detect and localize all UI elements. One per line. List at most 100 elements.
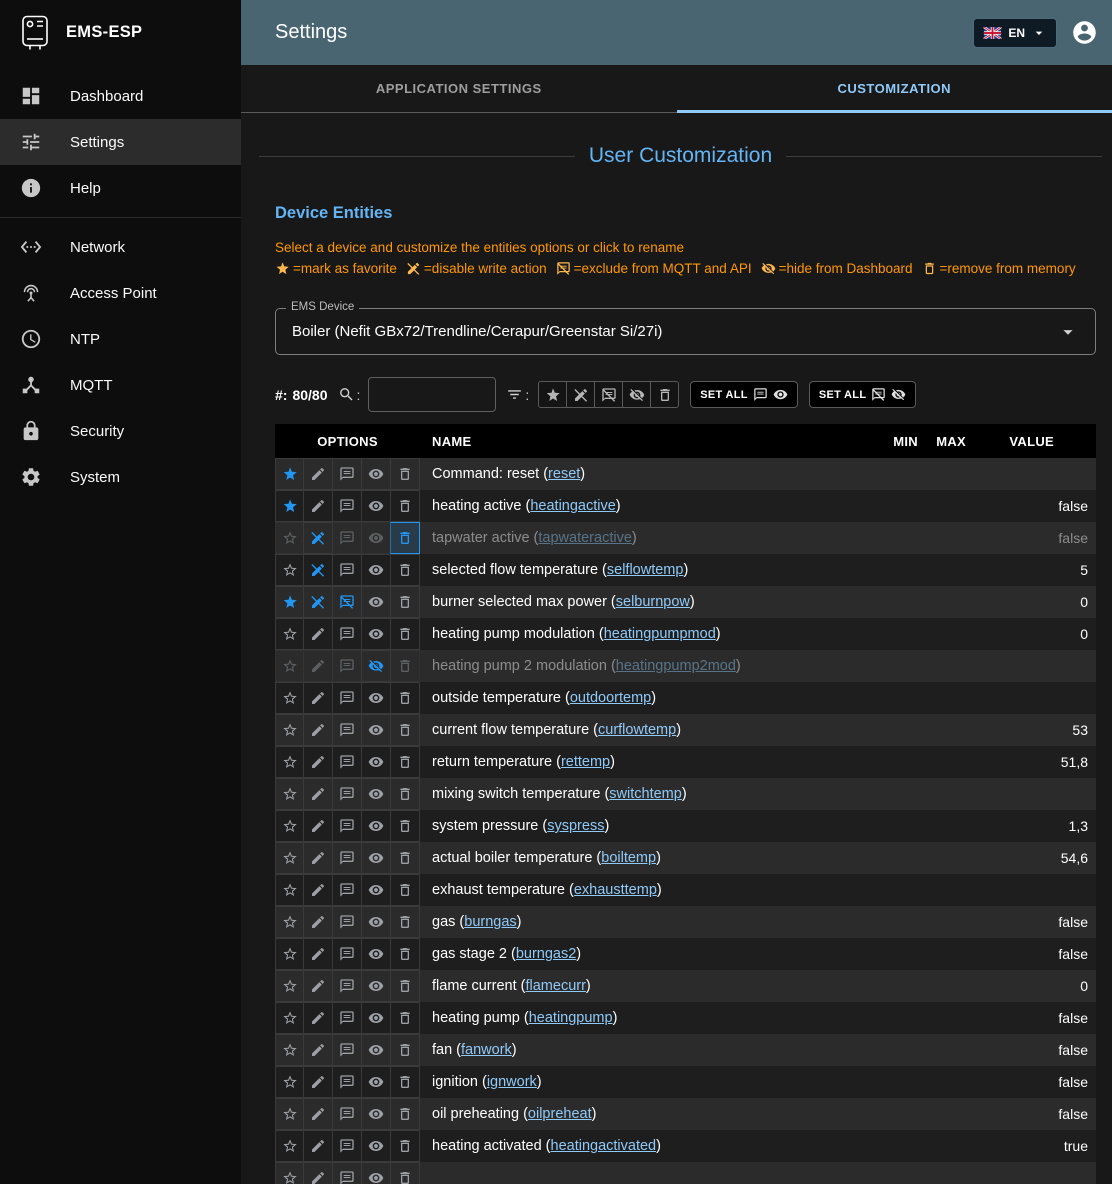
disable-write-toggle[interactable] (303, 714, 333, 746)
entity-link[interactable]: selflowtemp (607, 562, 684, 578)
remove-memory-toggle[interactable] (390, 490, 420, 522)
favorite-toggle[interactable] (275, 458, 304, 490)
disable-write-toggle[interactable] (303, 458, 333, 490)
hide-dashboard-toggle[interactable] (361, 1130, 391, 1162)
filter-write-disabled-button[interactable] (566, 381, 595, 408)
sidebar-item-security[interactable]: Security (0, 408, 241, 454)
disable-write-toggle[interactable] (303, 682, 333, 714)
sidebar-item-system[interactable]: System (0, 454, 241, 500)
remove-memory-toggle[interactable] (390, 618, 420, 650)
exclude-mqtt-toggle[interactable] (332, 778, 362, 810)
favorite-toggle[interactable] (275, 522, 304, 554)
entity-name[interactable]: heating pump modulation (heatingpumpmod) (420, 618, 870, 650)
exclude-mqtt-toggle[interactable] (332, 554, 362, 586)
sidebar-item-access-point[interactable]: Access Point (0, 270, 241, 316)
tab-application-settings[interactable]: APPLICATION SETTINGS (241, 65, 677, 112)
hide-dashboard-toggle[interactable] (361, 938, 391, 970)
hide-dashboard-toggle[interactable] (361, 1002, 391, 1034)
entity-link[interactable]: rettemp (561, 754, 610, 770)
favorite-toggle[interactable] (275, 682, 304, 714)
entity-name[interactable] (420, 1162, 870, 1184)
entity-link[interactable]: flamecurr (525, 978, 585, 994)
hide-dashboard-toggle[interactable] (361, 1066, 391, 1098)
sidebar-item-dashboard[interactable]: Dashboard (0, 73, 241, 119)
disable-write-toggle[interactable] (303, 522, 333, 554)
disable-write-toggle[interactable] (303, 970, 333, 1002)
exclude-mqtt-toggle[interactable] (332, 1130, 362, 1162)
disable-write-toggle[interactable] (303, 1130, 333, 1162)
entity-link[interactable]: burngas2 (516, 946, 576, 962)
remove-memory-toggle[interactable] (390, 1130, 420, 1162)
entity-link[interactable]: fanwork (461, 1042, 512, 1058)
remove-memory-toggle[interactable] (390, 1162, 420, 1184)
hide-dashboard-toggle[interactable] (361, 746, 391, 778)
entity-name[interactable]: actual boiler temperature (boiltemp) (420, 842, 870, 874)
disable-write-toggle[interactable] (303, 810, 333, 842)
sidebar-item-network[interactable]: Network (0, 224, 241, 270)
favorite-toggle[interactable] (275, 874, 304, 906)
hide-dashboard-toggle[interactable] (361, 586, 391, 618)
entity-link[interactable]: oilpreheat (528, 1106, 592, 1122)
entity-link[interactable]: ignwork (487, 1074, 537, 1090)
favorite-toggle[interactable] (275, 554, 304, 586)
entity-name[interactable]: heating activated (heatingactivated) (420, 1130, 870, 1162)
exclude-mqtt-toggle[interactable] (332, 842, 362, 874)
exclude-mqtt-toggle[interactable] (332, 1098, 362, 1130)
favorite-toggle[interactable] (275, 714, 304, 746)
exclude-mqtt-toggle[interactable] (332, 810, 362, 842)
hide-dashboard-toggle[interactable] (361, 810, 391, 842)
filter-mqtt-excluded-button[interactable] (594, 381, 623, 408)
entity-link[interactable]: tapwateractive (538, 530, 632, 546)
hide-dashboard-toggle[interactable] (361, 522, 391, 554)
favorite-toggle[interactable] (275, 810, 304, 842)
sidebar-item-ntp[interactable]: NTP (0, 316, 241, 362)
disable-write-toggle[interactable] (303, 778, 333, 810)
entity-name[interactable]: heating active (heatingactive) (420, 490, 870, 522)
entity-name[interactable]: exhaust temperature (exhausttemp) (420, 874, 870, 906)
disable-write-toggle[interactable] (303, 1002, 333, 1034)
set-all-hide-button[interactable]: SET ALL (809, 381, 917, 408)
favorite-toggle[interactable] (275, 586, 304, 618)
remove-memory-toggle[interactable] (390, 1066, 420, 1098)
entity-link[interactable]: heatingactive (530, 498, 615, 514)
exclude-mqtt-toggle[interactable] (332, 458, 362, 490)
filter-removed-button[interactable] (650, 381, 679, 408)
entity-name[interactable]: flame current (flamecurr) (420, 970, 870, 1002)
exclude-mqtt-toggle[interactable] (332, 746, 362, 778)
exclude-mqtt-toggle[interactable] (332, 1162, 362, 1184)
entity-link[interactable]: heatingpump2mod (616, 658, 736, 674)
entity-name[interactable]: selected flow temperature (selflowtemp) (420, 554, 870, 586)
exclude-mqtt-toggle[interactable] (332, 1002, 362, 1034)
account-icon[interactable] (1071, 19, 1098, 46)
disable-write-toggle[interactable] (303, 746, 333, 778)
remove-memory-toggle[interactable] (390, 970, 420, 1002)
entity-link[interactable]: reset (548, 466, 580, 482)
entity-link[interactable]: exhausttemp (574, 882, 657, 898)
hide-dashboard-toggle[interactable] (361, 906, 391, 938)
entity-name[interactable]: burner selected max power (selburnpow) (420, 586, 870, 618)
entity-link[interactable]: heatingactivated (551, 1138, 657, 1154)
disable-write-toggle[interactable] (303, 1162, 333, 1184)
disable-write-toggle[interactable] (303, 842, 333, 874)
entity-link[interactable]: outdoortemp (570, 690, 651, 706)
hide-dashboard-toggle[interactable] (361, 1098, 391, 1130)
exclude-mqtt-toggle[interactable] (332, 522, 362, 554)
favorite-toggle[interactable] (275, 1034, 304, 1066)
remove-memory-toggle[interactable] (390, 906, 420, 938)
search-input[interactable] (368, 377, 496, 412)
entity-name[interactable]: outside temperature (outdoortemp) (420, 682, 870, 714)
entity-link[interactable]: switchtemp (609, 786, 682, 802)
hide-dashboard-toggle[interactable] (361, 458, 391, 490)
set-all-show-button[interactable]: SET ALL (690, 381, 798, 408)
remove-memory-toggle[interactable] (390, 938, 420, 970)
remove-memory-toggle[interactable] (390, 778, 420, 810)
exclude-mqtt-toggle[interactable] (332, 1034, 362, 1066)
tab-customization[interactable]: CUSTOMIZATION (677, 65, 1112, 112)
entity-name[interactable]: gas stage 2 (burngas2) (420, 938, 870, 970)
exclude-mqtt-toggle[interactable] (332, 1066, 362, 1098)
disable-write-toggle[interactable] (303, 1066, 333, 1098)
favorite-toggle[interactable] (275, 778, 304, 810)
entity-name[interactable]: Command: reset (reset) (420, 458, 870, 490)
remove-memory-toggle[interactable] (390, 554, 420, 586)
remove-memory-toggle[interactable] (390, 586, 420, 618)
